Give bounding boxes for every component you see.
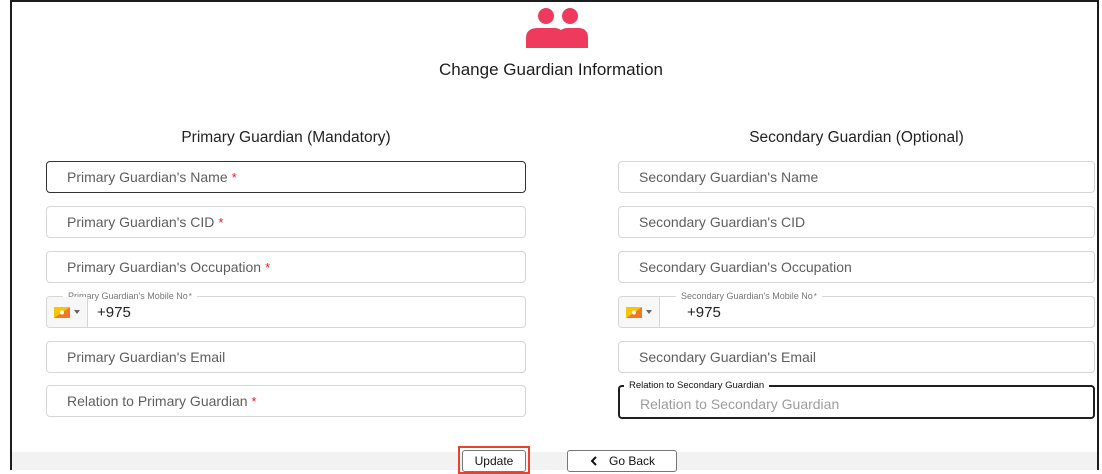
primary-email-placeholder: Primary Guardian's Email: [67, 349, 226, 365]
bhutan-flag-icon: [626, 307, 642, 318]
guardians-icon: [526, 8, 588, 48]
chevron-down-icon: [74, 310, 80, 314]
secondary-relation-field[interactable]: Relation to Secondary Guardian Relation …: [618, 380, 1095, 419]
primary-relation-placeholder: Relation to Primary Guardian: [67, 393, 248, 409]
required-mark: *: [813, 292, 817, 301]
primary-cid-field[interactable]: Primary Guardian's CID *: [46, 206, 526, 238]
country-code-dropdown[interactable]: [47, 297, 88, 327]
primary-guardian-title: Primary Guardian (Mandatory): [181, 129, 391, 146]
secondary-occupation-placeholder: Secondary Guardian's Occupation: [639, 259, 852, 275]
secondary-name-placeholder: Secondary Guardian's Name: [639, 169, 819, 185]
primary-cid-placeholder: Primary Guardian's CID: [67, 214, 215, 230]
required-mark: *: [188, 292, 192, 301]
secondary-guardian-title: Secondary Guardian (Optional): [749, 129, 964, 146]
secondary-cid-field[interactable]: Secondary Guardian's CID: [618, 206, 1095, 238]
secondary-relation-placeholder: Relation to Secondary Guardian: [640, 396, 840, 412]
primary-mobile-value: +975: [97, 304, 131, 321]
secondary-name-field[interactable]: Secondary Guardian's Name: [618, 161, 1095, 193]
primary-occupation-field[interactable]: Primary Guardian's Occupation *: [46, 251, 526, 283]
page-title: Change Guardian Information: [439, 60, 663, 79]
primary-email-field[interactable]: Primary Guardian's Email: [46, 341, 526, 373]
secondary-mobile-field[interactable]: Secondary Guardian's Mobile No* +975: [618, 290, 1095, 328]
required-mark: *: [231, 170, 237, 185]
primary-occupation-placeholder: Primary Guardian's Occupation: [67, 259, 262, 275]
required-mark: *: [265, 260, 271, 275]
update-button[interactable]: Update: [462, 450, 526, 472]
primary-relation-field[interactable]: Relation to Primary Guardian *: [46, 385, 526, 417]
primary-name-field[interactable]: Primary Guardian's Name *: [46, 161, 526, 193]
required-mark: *: [251, 394, 257, 409]
go-back-label: Go Back: [608, 454, 656, 468]
primary-name-placeholder: Primary Guardian's Name: [67, 169, 228, 185]
required-mark: *: [218, 215, 224, 230]
bhutan-flag-icon: [54, 307, 70, 318]
secondary-email-placeholder: Secondary Guardian's Email: [639, 349, 816, 365]
footer-band: [12, 452, 1097, 470]
chevron-down-icon: [646, 310, 652, 314]
secondary-mobile-value: +975: [687, 304, 721, 321]
go-back-button[interactable]: Go Back: [567, 450, 677, 472]
secondary-cid-placeholder: Secondary Guardian's CID: [639, 214, 806, 230]
primary-mobile-field[interactable]: Primary Guardian's Mobile No* +975: [46, 290, 526, 328]
secondary-email-field[interactable]: Secondary Guardian's Email: [618, 341, 1095, 373]
secondary-occupation-field[interactable]: Secondary Guardian's Occupation: [618, 251, 1095, 283]
country-code-dropdown[interactable]: [619, 297, 660, 327]
chevron-left-icon: [590, 456, 597, 466]
